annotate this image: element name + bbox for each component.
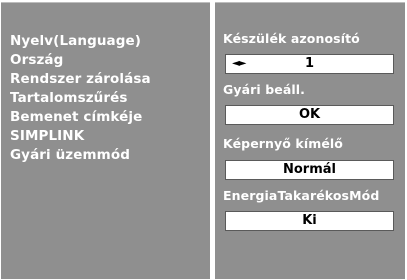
menu-list: Nyelv(Language) Ország Rendszer zárolása…	[10, 32, 151, 165]
factory-reset-button[interactable]: OK	[225, 105, 394, 125]
left-right-arrows-icon[interactable]: ◄►	[232, 55, 246, 73]
menu-item-content-filter[interactable]: Tartalomszűrés	[10, 89, 151, 108]
menu-item-language[interactable]: Nyelv(Language)	[10, 32, 151, 51]
menu-item-country[interactable]: Ország	[10, 51, 151, 70]
menu-item-simplink[interactable]: SIMPLINK	[10, 127, 151, 146]
screensaver-value[interactable]: Normál	[225, 160, 394, 180]
factory-reset-label: Gyári beáll.	[223, 82, 306, 97]
device-id-selector[interactable]: ◄► 1	[225, 54, 394, 74]
device-id-value: 1	[304, 56, 315, 71]
energy-saving-label: EnergiaTakarékosMód	[223, 188, 380, 203]
factory-mode-screen: Nyelv(Language) Ország Rendszer zárolása…	[0, 0, 407, 280]
menu-item-factory-mode[interactable]: Gyári üzemmód	[10, 146, 151, 165]
device-id-label: Készülék azonosító	[223, 31, 360, 46]
screensaver-label: Képernyő kímélő	[223, 136, 343, 151]
menu-panel: Nyelv(Language) Ország Rendszer zárolása…	[1, 2, 210, 279]
settings-panel: Készülék azonosító ◄► 1 Gyári beáll. OK …	[215, 2, 405, 279]
energy-saving-value[interactable]: Ki	[225, 211, 394, 231]
menu-item-system-lock[interactable]: Rendszer zárolása	[10, 70, 151, 89]
menu-item-input-label[interactable]: Bemenet címkéje	[10, 108, 151, 127]
